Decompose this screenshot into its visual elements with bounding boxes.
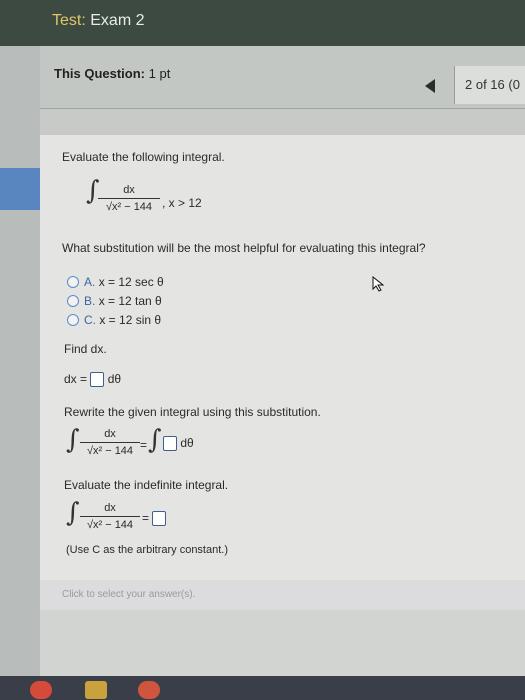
instruction-text: Evaluate the following integral. [62,150,225,164]
option-a-label[interactable]: A. x = 12 sec θ [84,275,164,289]
option-c-letter: C. [84,313,96,327]
option-b-letter: B. [84,294,96,308]
evaluate-denominator: √x² − 144 [86,519,134,531]
dx-rhs: dθ [107,372,122,386]
integral-condition: , x > 12 [162,196,202,210]
substitution-prompt: What substitution will be the most helpf… [62,241,426,255]
question-points-label: This Question: [54,66,145,81]
question-pager[interactable]: 2 of 16 (0 [454,66,525,104]
chrome-icon-2[interactable] [138,681,160,699]
evaluate-numerator: dx [80,502,140,517]
window-header: Test: Exam 2 [0,0,525,46]
question-points-value: 1 pt [148,66,171,81]
dx-answer-box[interactable] [90,372,105,388]
left-highlight [0,168,40,210]
find-dx-text: Find dx. [64,342,107,356]
rewrite-text: Rewrite the given integral using this su… [64,405,321,419]
evaluate-fraction: dx √x² − 144 [80,502,140,531]
evaluate-text: Evaluate the indefinite integral. [64,478,229,492]
option-a-radio[interactable] [67,276,79,288]
mouse-cursor-icon [372,276,385,292]
toolbar-gap [40,109,525,135]
constant-note: (Use C as the arbitrary constant.) [66,544,229,556]
evaluate-answer: = [142,511,167,527]
option-a-letter: A. [84,275,96,289]
option-b-radio[interactable] [67,295,79,307]
rewrite-denominator: √x² − 144 [86,445,134,457]
answer-hint-bar: Click to select your answer(s). [40,580,525,610]
rewrite-dtheta: dθ [180,436,194,450]
test-name: Exam 2 [90,12,145,29]
evaluate-answer-box[interactable] [152,511,167,527]
rewrite-answer-box[interactable] [163,436,177,452]
integral-fraction: dx √x² − 144 [98,184,160,213]
question-points: This Question: 1 pt [54,66,170,81]
test-title: Test: Exam 2 [52,12,145,30]
integral-denominator: √x² − 144 [105,201,153,213]
integral-sign-icon-3: ∫ [148,425,162,455]
rewrite-numerator: dx [80,428,140,443]
test-label: Test: [52,12,86,29]
option-c-label[interactable]: C. x = 12 sin θ [84,313,161,327]
previous-question-icon[interactable] [425,79,435,93]
dx-equation: dx = dθ [64,372,122,388]
question-bar: This Question: 1 pt 2 of 16 (0 [40,46,525,109]
chrome-icon[interactable] [30,681,52,699]
option-c-text: x = 12 sin θ [99,313,162,327]
option-a-text: x = 12 sec θ [98,275,164,289]
folder-icon[interactable] [85,681,107,699]
integral-numerator: dx [98,184,160,199]
dx-lhs: dx = [64,372,88,386]
integral-sign-icon-4: ∫ [66,498,80,528]
taskbar [0,676,525,700]
integral-sign-icon-2: ∫ [66,425,80,455]
left-panel [0,46,40,700]
rewrite-answer: dθ [163,436,194,452]
option-b-label[interactable]: B. x = 12 tan θ [84,294,162,308]
option-b-text: x = 12 tan θ [98,294,162,308]
rewrite-fraction: dx √x² − 144 [80,428,140,457]
bottom-panel [40,610,525,676]
option-c-radio[interactable] [67,314,79,326]
answer-hint-text: Click to select your answer(s). [62,589,196,600]
rewrite-equals: = [140,438,148,452]
evaluate-equals: = [142,511,150,525]
